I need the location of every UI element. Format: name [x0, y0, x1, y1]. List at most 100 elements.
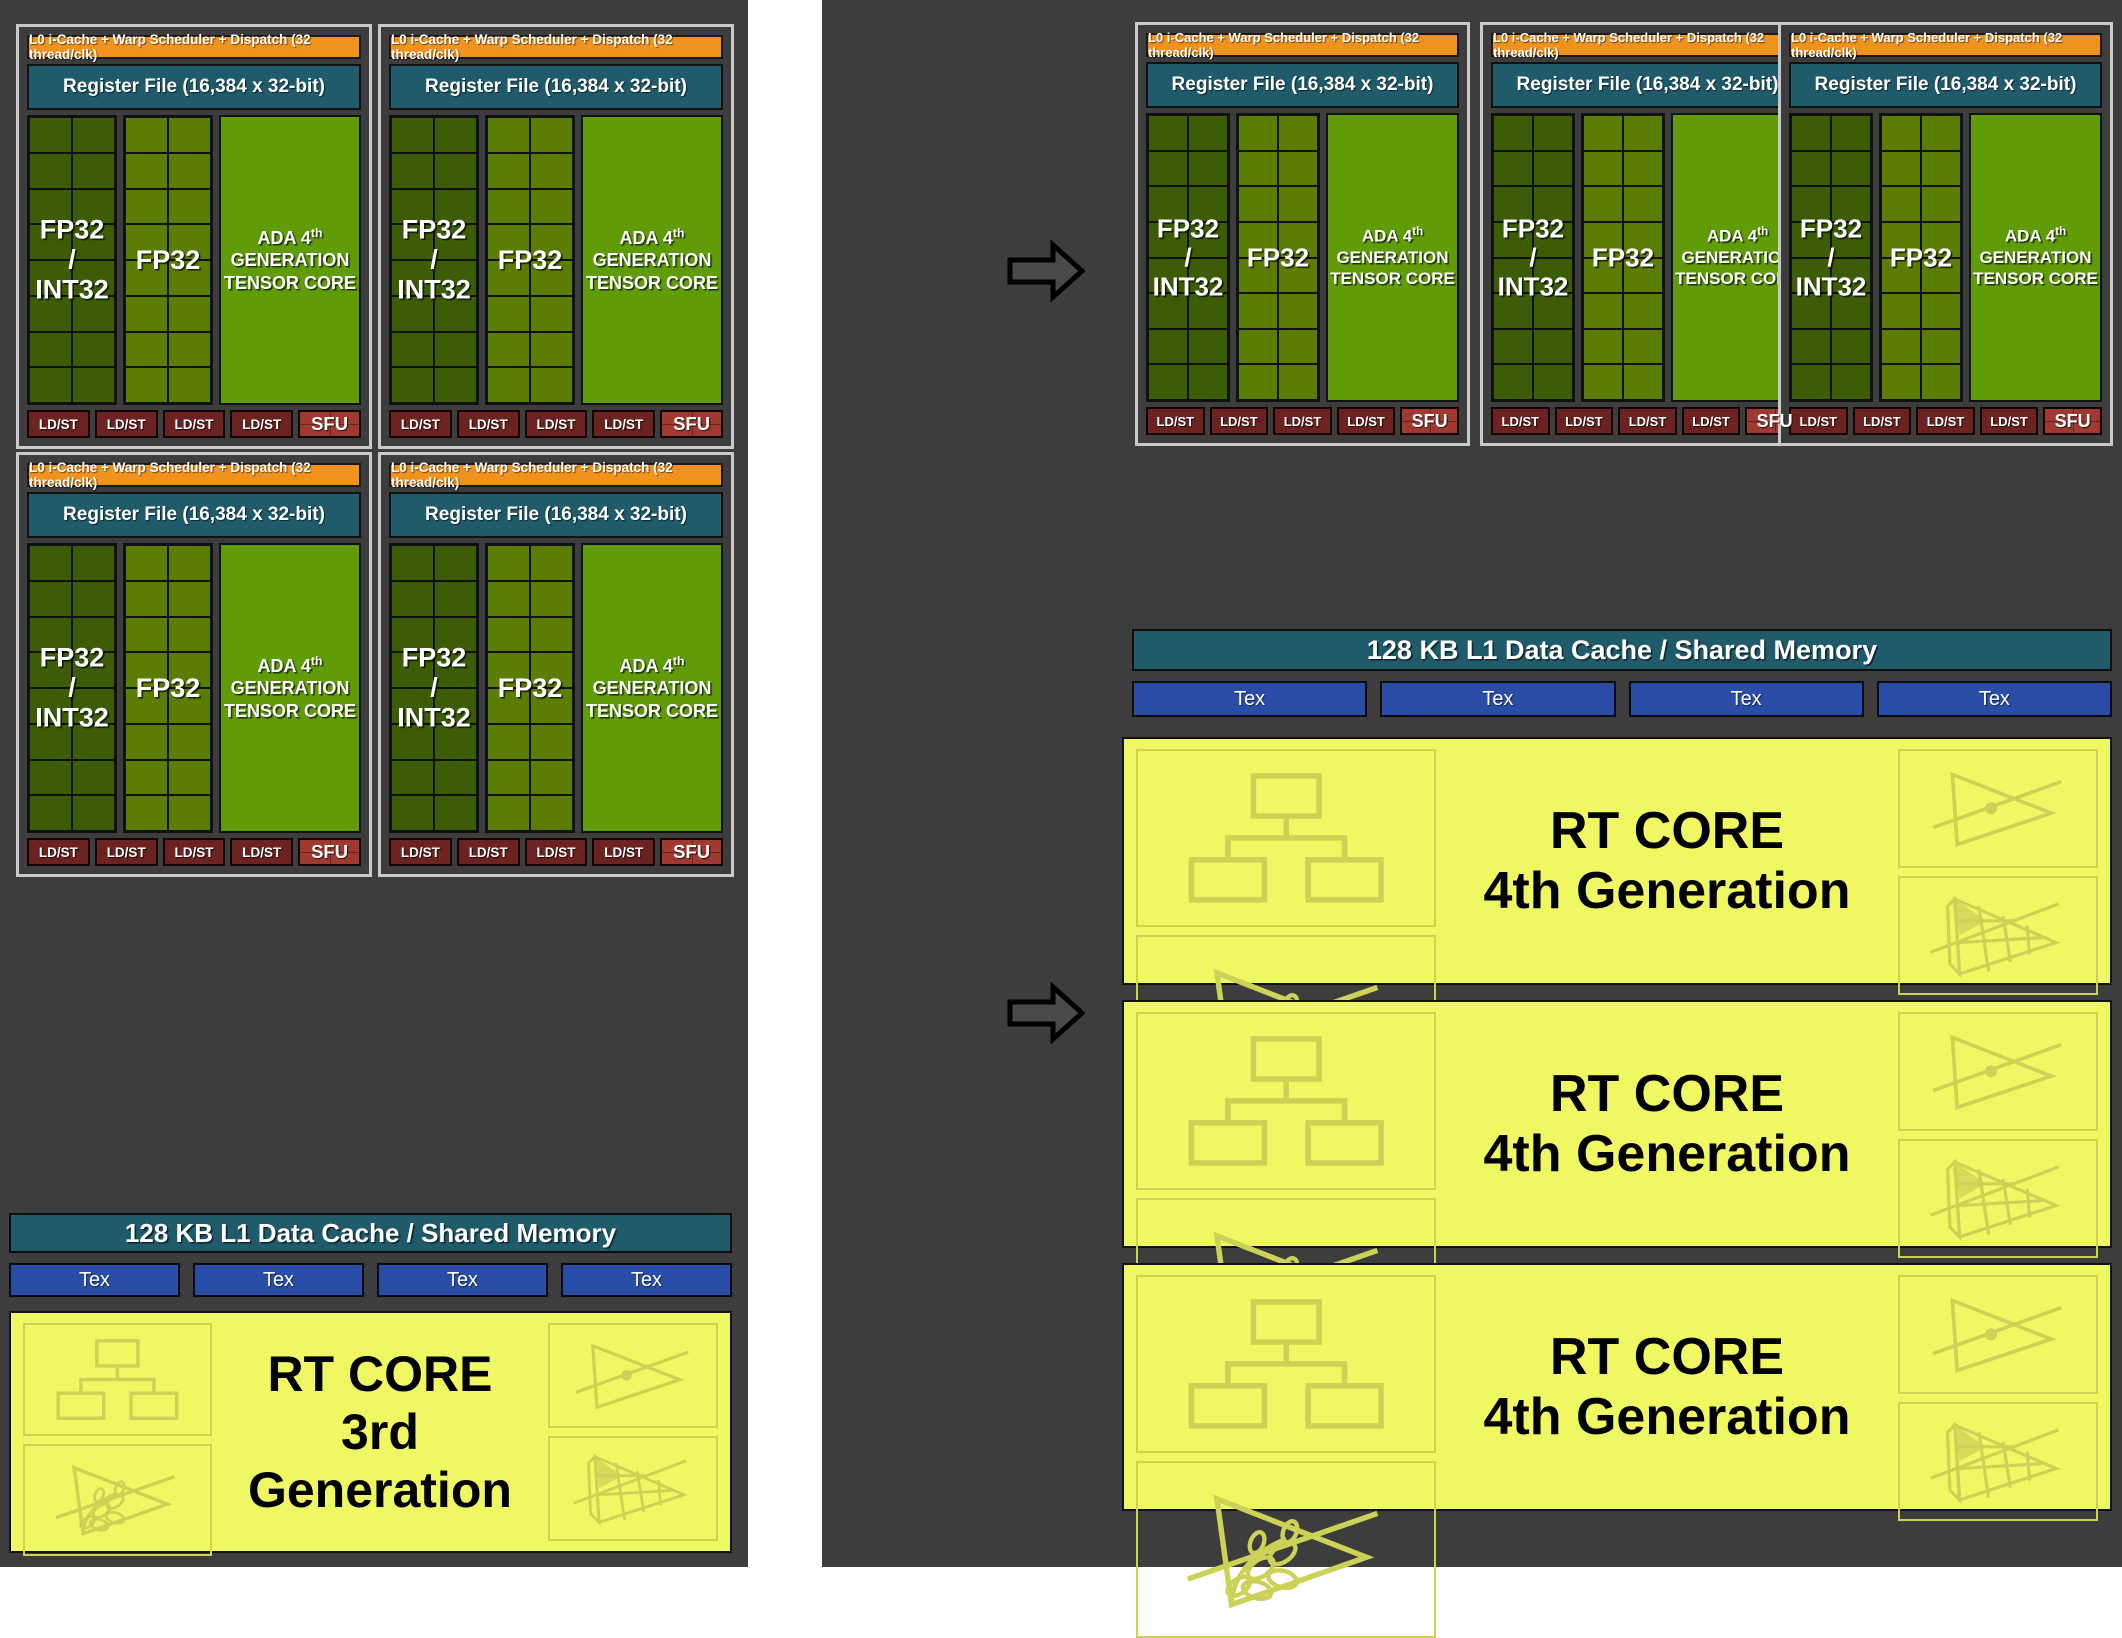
ldst-unit[interactable]: LD/ST [27, 410, 90, 438]
core-cell [72, 652, 115, 688]
core-cell [1278, 328, 1318, 365]
ldst-unit[interactable]: LD/ST [1209, 407, 1269, 435]
sfu-unit[interactable]: SFU [1400, 407, 1459, 435]
core-cell [1238, 257, 1278, 294]
core-cell [1148, 221, 1188, 258]
core-cell [1493, 115, 1533, 151]
core-cell [530, 260, 573, 296]
tex-unit[interactable]: Tex [193, 1263, 364, 1297]
core-cell [72, 295, 115, 332]
ldst-unit[interactable]: LD/ST [162, 410, 226, 438]
core-cell [1533, 115, 1573, 151]
fp32-core-grid: FP32 [1236, 113, 1320, 402]
ldst-unit[interactable]: LD/ST [1336, 407, 1396, 435]
core-cell [1238, 364, 1278, 400]
ldst-unit[interactable]: LD/ST [389, 838, 452, 866]
ldst-unit[interactable]: LD/ST [524, 410, 588, 438]
ldst-unit[interactable]: LD/ST [1491, 407, 1550, 435]
sfu-label: SFU [2054, 410, 2091, 431]
ldst-unit[interactable]: LD/ST [456, 410, 520, 438]
core-cell [125, 759, 168, 796]
ldst-sfu-row: LD/ST LD/ST LD/ST LD/ST SFU [1146, 407, 1459, 435]
ldst-unit[interactable]: LD/ST [1681, 407, 1741, 435]
sm-partition-left-2: L0 i-Cache + Warp Scheduler + Dispatch (… [378, 24, 734, 449]
core-cell [1278, 186, 1318, 222]
ldst-unit[interactable]: LD/ST [389, 410, 452, 438]
ldst-unit[interactable]: LD/ST [94, 410, 158, 438]
core-cell [434, 580, 477, 617]
rt-icons-left-col [1136, 749, 1436, 1113]
ldst-unit[interactable]: LD/ST [94, 838, 158, 866]
core-cell [72, 117, 115, 153]
core-cell [1238, 115, 1278, 151]
core-cell [487, 616, 530, 653]
sfu-unit[interactable]: SFU [298, 410, 361, 438]
rt-core-generation: 4th Generation [1483, 1125, 1851, 1183]
ldst-unit[interactable]: LD/ST [1789, 407, 1848, 435]
ldst-unit[interactable]: LD/ST [1554, 407, 1614, 435]
ldst-unit[interactable]: LD/ST [1852, 407, 1912, 435]
fp32-core-grid: FP32 [1581, 113, 1665, 402]
tex-unit[interactable]: Tex [9, 1263, 180, 1297]
core-execution-area: FP32/INT32 FP32 ADA 4th GENERATION TENSOR CO… [389, 115, 723, 405]
core-cell [434, 723, 477, 760]
ada-4th-gen-tensor-core: ADA 4th GENERATION TENSOR CORE [1969, 113, 2102, 402]
core-cell [1493, 293, 1533, 329]
l1-data-cache-right: 128 KB L1 Data Cache / Shared Memory [1132, 629, 2112, 671]
core-cell [391, 795, 434, 831]
sfu-label: SFU [673, 413, 711, 434]
bvh-tree-icon [1136, 1012, 1436, 1190]
ldst-unit[interactable]: LD/ST [162, 838, 226, 866]
tex-unit[interactable]: Tex [377, 1263, 548, 1297]
sfu-unit[interactable]: SFU [298, 838, 361, 866]
ldst-unit[interactable]: LD/ST [524, 838, 588, 866]
ldst-unit[interactable]: LD/ST [1146, 407, 1205, 435]
fp32-int32-core-grid: FP32/INT32 [389, 115, 479, 405]
rt-core-right-2: RT CORE 4th Generation [1122, 1000, 2112, 1376]
core-cell [168, 688, 211, 724]
ldst-unit[interactable]: LD/ST [1273, 407, 1332, 435]
ldst-unit[interactable]: LD/ST [456, 838, 520, 866]
ray-triangle-intersection-icon [1898, 1012, 2098, 1131]
sfu-unit[interactable]: SFU [660, 410, 723, 438]
core-cell [1881, 257, 1921, 294]
core-cell [487, 795, 530, 831]
l0-icache-warp-scheduler-dispatch: L0 i-Cache + Warp Scheduler + Dispatch (… [1491, 30, 1804, 60]
core-cell [1831, 150, 1871, 187]
bvh-tree-icon [23, 1323, 212, 1436]
tex-unit[interactable]: Tex [1380, 681, 1616, 717]
sfu-unit[interactable]: SFU [660, 838, 723, 866]
core-cell [125, 580, 168, 617]
tex-unit[interactable]: Tex [561, 1263, 732, 1297]
ldst-unit[interactable]: LD/ST [592, 838, 656, 866]
ldst-unit[interactable]: LD/ST [592, 410, 656, 438]
ldst-unit[interactable]: LD/ST [1618, 407, 1677, 435]
l0-icache-warp-scheduler-dispatch: L0 i-Cache + Warp Scheduler + Dispatch (… [27, 460, 361, 490]
core-cell [1881, 364, 1921, 400]
core-cell [125, 331, 168, 368]
core-cell [1188, 328, 1228, 365]
l0-icache-warp-scheduler-dispatch: L0 i-Cache + Warp Scheduler + Dispatch (… [27, 32, 361, 62]
ldst-unit[interactable]: LD/ST [1979, 407, 2039, 435]
sfu-label: SFU [1411, 410, 1448, 431]
ldst-unit[interactable]: LD/ST [230, 410, 294, 438]
core-cell [391, 331, 434, 368]
core-cell [530, 580, 573, 617]
ldst-unit[interactable]: LD/ST [27, 838, 90, 866]
rt-core-generation: 3rd Generation [247, 1404, 512, 1518]
core-cell [29, 152, 72, 189]
sm-inner: L0 i-Cache + Warp Scheduler + Dispatch (… [1491, 30, 1804, 435]
tex-unit[interactable]: Tex [1132, 681, 1368, 717]
core-cell [1623, 115, 1663, 151]
ldst-unit[interactable]: LD/ST [230, 838, 294, 866]
tex-unit[interactable]: Tex [1876, 681, 2112, 717]
core-cell [1148, 150, 1188, 187]
core-cell [168, 188, 211, 225]
alpha-test-foliage-triangle-icon [23, 1443, 212, 1556]
tex-unit[interactable]: Tex [1628, 681, 1864, 717]
ldst-unit[interactable]: LD/ST [1916, 407, 1975, 435]
core-cell [1831, 293, 1871, 329]
sfu-unit[interactable]: SFU [2043, 407, 2102, 435]
sm-partition-left-1: L0 i-Cache + Warp Scheduler + Dispatch (… [16, 24, 372, 449]
ada-4th-gen-tensor-core: ADA 4th GENERATION TENSOR CORE [219, 115, 361, 405]
